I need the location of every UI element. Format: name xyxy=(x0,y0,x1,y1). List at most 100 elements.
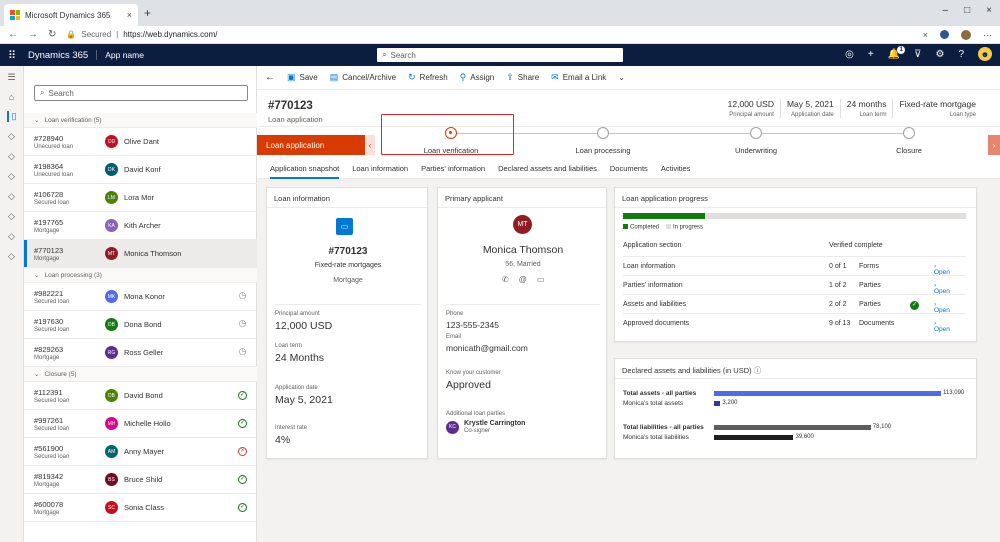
search-icon: ⌕ xyxy=(40,88,45,97)
stage-active[interactable]: Loan application xyxy=(257,135,365,155)
stage-underwriting[interactable]: Underwriting xyxy=(701,127,811,155)
tab-declared-assets[interactable]: Declared assets and liabilities xyxy=(498,164,597,173)
target-icon[interactable]: ◎ xyxy=(845,49,854,60)
d365-title[interactable]: Dynamics 365 xyxy=(24,50,96,61)
browser-tab[interactable]: Microsoft Dynamics 365 × xyxy=(4,4,138,26)
extension-icon[interactable] xyxy=(940,30,949,39)
list-item[interactable]: #106728 Secured loan LM Lora Mor xyxy=(24,184,257,212)
list-search-input[interactable]: ⌕ Search xyxy=(34,85,248,101)
rail-item-icon[interactable]: ◇ xyxy=(8,231,15,242)
list-item[interactable]: #770123 Mortgage MT Monica Thomson xyxy=(24,240,257,268)
more-commands-chevron-icon[interactable]: ⌄ xyxy=(618,73,625,82)
list-item[interactable]: #600078 Mortgage SC Sonia Class ✓ xyxy=(24,494,257,522)
settings-gear-icon[interactable]: ⚙ xyxy=(935,49,944,60)
check-circle-icon: ✓ xyxy=(238,391,247,400)
tab-application-snapshot[interactable]: Application snapshot xyxy=(270,164,340,179)
row-id: #197630 xyxy=(34,316,64,326)
list-item[interactable]: #561900 Secured loan AM Anny Mayer × xyxy=(24,438,257,466)
global-search[interactable]: ⌕ Search xyxy=(377,48,623,62)
tab-parties-information[interactable]: Parties' information xyxy=(421,164,485,173)
assign-button[interactable]: ⚲ Assign xyxy=(460,72,495,83)
info-icon[interactable]: ⓘ xyxy=(754,366,762,375)
list-group-header[interactable]: ⌄ Loan processing (3) xyxy=(24,268,257,283)
profile-icon[interactable] xyxy=(961,29,971,40)
app-name[interactable]: App name xyxy=(96,50,144,60)
field-kyc: Know your customer Approved xyxy=(446,370,501,391)
list-group-header[interactable]: ⌄ Closure (5) xyxy=(24,367,257,382)
close-window-button[interactable]: × xyxy=(986,5,992,16)
open-link[interactable]: Open › xyxy=(934,301,950,314)
list-item[interactable]: #982221 Secured loan MK Mona Konor ◷ xyxy=(24,283,257,311)
email-link-button[interactable]: ✉ Email a Link xyxy=(551,72,606,83)
rail-item-icon[interactable]: ◇ xyxy=(8,251,15,262)
list-group-header[interactable]: ⌄ Loan verification (5) xyxy=(24,113,257,128)
open-link[interactable]: Open › xyxy=(934,282,950,295)
cosigner[interactable]: KC Krystle Carrington Co-signer xyxy=(446,420,525,434)
open-link[interactable]: Open › xyxy=(934,320,950,333)
mail-icon: ✉ xyxy=(551,72,559,82)
liabilities-monica-label: Monica's total liabilities xyxy=(623,434,689,441)
rail-item-icon[interactable]: ◇ xyxy=(8,131,15,142)
chat-icon[interactable]: ▭ xyxy=(537,275,545,284)
new-tab-button[interactable]: + xyxy=(144,6,151,20)
list-item[interactable]: #728940 Unecured loan OD Olive Dant xyxy=(24,128,257,156)
header-fields: 12,000 USD Principal amount May 5, 2021 Ap… xyxy=(722,99,982,118)
hamburger-icon[interactable]: ☰ xyxy=(7,72,15,83)
back-arrow-icon[interactable]: ← xyxy=(265,72,275,83)
stage-connector xyxy=(447,133,913,134)
list-item[interactable]: #829263 Mortgage RG Ross Geller ◷ xyxy=(24,339,257,367)
tab-loan-information[interactable]: Loan information xyxy=(352,164,408,173)
help-icon[interactable]: ? xyxy=(958,49,964,60)
list-item[interactable]: #197765 Mortgage KA Kith Archer xyxy=(24,212,257,240)
rail-item-icon[interactable]: ◇ xyxy=(8,171,15,182)
refresh-button[interactable]: ↻ Refresh xyxy=(408,72,448,83)
open-link[interactable]: Open › xyxy=(934,263,950,276)
at-sign-icon[interactable]: @ xyxy=(519,275,527,284)
tab-activities[interactable]: Activities xyxy=(661,164,691,173)
assets-monica-bar xyxy=(714,401,721,406)
app-launcher-icon[interactable]: ⠿ xyxy=(0,49,24,62)
maximize-button[interactable]: □ xyxy=(964,5,970,16)
notification-icon[interactable]: 🔔 1 xyxy=(888,45,906,60)
clock-icon: ◷ xyxy=(238,346,247,356)
window-controls: – □ × xyxy=(943,5,992,16)
browser-toolbar: × ··· xyxy=(923,29,992,40)
home-icon[interactable]: ⌂ xyxy=(9,92,14,102)
cancel-archive-button[interactable]: ▤ Cancel/Archive xyxy=(330,72,396,83)
row-name: Olive Dant xyxy=(124,137,160,146)
phone-icon[interactable]: ✆ xyxy=(502,275,509,284)
minimize-button[interactable]: – xyxy=(943,5,949,16)
row-id: #198364 xyxy=(34,161,64,171)
save-button[interactable]: ▣ Save xyxy=(287,72,318,83)
reload-icon[interactable]: ↻ xyxy=(48,29,56,40)
stage-closure[interactable]: Closure xyxy=(854,127,964,155)
card-title: Primary applicant xyxy=(438,188,606,208)
chevron-right-icon[interactable]: › xyxy=(988,135,1000,155)
row-id: #997261 xyxy=(34,415,64,425)
save-icon: ▣ xyxy=(287,72,296,82)
record-tabs: Application snapshot Loan information Pa… xyxy=(257,159,1000,179)
stage-loan-processing[interactable]: Loan processing xyxy=(548,127,658,155)
rail-item-icon[interactable]: ◇ xyxy=(8,211,15,222)
list-item[interactable]: #997261 Secured loan MH Michelle Hollo ✓ xyxy=(24,410,257,438)
list-item[interactable]: #112391 Secured loan DB David Bond ✓ xyxy=(24,382,257,410)
rail-item-icon[interactable]: ◇ xyxy=(8,191,15,202)
url-field[interactable]: 🔒 Secured | https://web.dynamics.com/ xyxy=(66,30,217,39)
close-find-icon[interactable]: × xyxy=(923,30,928,40)
rail-item-active-icon[interactable]: ▯ xyxy=(6,111,16,122)
tab-close-icon[interactable]: × xyxy=(127,10,132,20)
back-arrow-icon[interactable]: ← xyxy=(8,29,18,40)
rail-item-icon[interactable]: ◇ xyxy=(8,151,15,162)
plus-icon[interactable]: + xyxy=(868,49,874,60)
tab-documents[interactable]: Documents xyxy=(610,164,648,173)
chevron-left-icon[interactable]: ‹ xyxy=(365,135,375,155)
forward-arrow-icon[interactable]: → xyxy=(28,29,38,40)
filter-icon[interactable]: ⊽ xyxy=(914,49,921,60)
list-item[interactable]: #819342 Mortgage BS Bruce Shild ✓ xyxy=(24,466,257,494)
list-item[interactable]: #197630 Secured loan DB Dona Bond ◷ xyxy=(24,311,257,339)
share-button[interactable]: ⇪ Share xyxy=(506,72,539,83)
more-options-icon[interactable]: ··· xyxy=(983,30,992,40)
applicant-avatar: MT xyxy=(513,215,532,234)
list-item[interactable]: #198364 Unecured loan DK David Konf xyxy=(24,156,257,184)
user-avatar[interactable]: ☻ xyxy=(978,47,992,61)
